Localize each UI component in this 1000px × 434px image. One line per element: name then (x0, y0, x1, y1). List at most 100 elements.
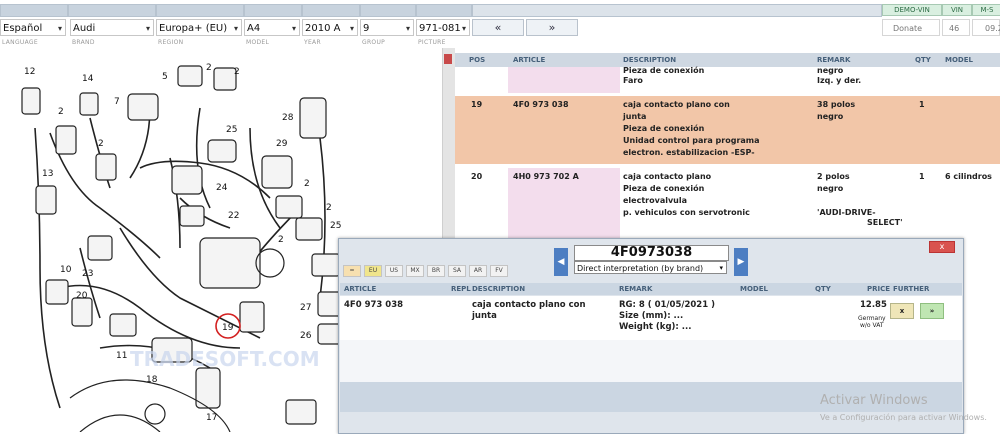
header-description: DESCRIPTION (623, 56, 677, 64)
top-tab-3[interactable] (156, 4, 244, 17)
price-note-line: Germany (858, 315, 886, 322)
article-cell[interactable]: 4F0 973 038 (513, 99, 569, 111)
header-article: ARTICLE (513, 56, 546, 64)
selector-labels: LANGUAGE BRAND REGION MODEL YEAR GROUP P… (0, 38, 1000, 48)
pos-cell: 20 (471, 172, 483, 181)
top-tab-6[interactable] (360, 4, 416, 17)
model-cell: 6 cilindros (945, 172, 992, 181)
diagram-scroll-handle[interactable] (444, 54, 452, 64)
table-row[interactable]: Pieza de conexión Faro negro Izq. y der. (455, 66, 1000, 93)
result-description-line: caja contacto plano con (472, 300, 586, 310)
description-line: Unidad control para programa (623, 136, 760, 145)
callout-17: 17 (206, 413, 217, 423)
top-tab-4[interactable] (244, 4, 302, 17)
result-remove-button[interactable]: x (890, 303, 914, 319)
vin-chip[interactable]: VIN (942, 4, 972, 16)
article-cell-bg (508, 67, 620, 93)
chevron-down-icon: ▾ (461, 24, 466, 33)
qty-cell: 1 (919, 100, 925, 109)
flag-fv[interactable]: FV (490, 265, 508, 277)
next-picture-button[interactable]: » (526, 19, 578, 36)
table-header: POS ARTICLE DESCRIPTION REMARK QTY MODEL (455, 53, 1000, 67)
callout-20: 20 (76, 291, 88, 301)
callout-27: 27 (300, 303, 311, 313)
ms-chip[interactable]: M-S (972, 4, 1000, 16)
picture-select[interactable]: 971-081 ▾ (416, 19, 470, 36)
windows-activation-subtitle: Ve a Configuración para activar Windows. (820, 413, 987, 422)
time-value: 09.2 (972, 19, 1000, 36)
flag-br[interactable]: BR (427, 265, 445, 277)
language-select[interactable]: Español ▾ (0, 19, 66, 36)
top-tab-1[interactable] (0, 4, 68, 17)
chevron-down-icon: ▾ (145, 24, 150, 33)
brand-select[interactable]: Audi ▾ (70, 19, 154, 36)
result-go-button[interactable]: » (920, 303, 944, 319)
picture-label: PICTURE (418, 39, 446, 46)
flag-equal[interactable]: = (343, 265, 361, 277)
qty-cell: 1 (919, 172, 925, 181)
callout-14: 14 (82, 74, 94, 84)
result-remark-line: Size (mm): ... (619, 311, 684, 321)
prev-picture-button[interactable]: « (472, 19, 524, 36)
interpretation-select[interactable]: Direct interpretation (by brand) ▾ (574, 261, 727, 274)
header-remark: REMARK (817, 56, 851, 64)
flag-us[interactable]: US (385, 265, 403, 277)
popup-header-model: MODEL (740, 285, 768, 293)
popup-prev-arrow-icon[interactable]: ◀ (554, 248, 568, 276)
flag-sa[interactable]: SA (448, 265, 466, 277)
popup-header-price: PRICE (867, 285, 891, 293)
flag-mx[interactable]: MX (406, 265, 424, 277)
region-select[interactable]: Europa+ (EU) ▾ (156, 19, 242, 36)
model-select[interactable]: A4 ▾ (244, 19, 300, 36)
table-row[interactable]: 20 4H0 973 702 A caja contacto plano Pie… (455, 168, 1000, 238)
callout-5: 5 (162, 72, 168, 82)
demo-vin-chip[interactable]: DEMO-VIN (882, 4, 942, 16)
flag-eu[interactable]: EU (364, 265, 382, 277)
picture-value: 971-081 (419, 23, 461, 34)
flag-ar[interactable]: AR (469, 265, 487, 277)
header-pos: POS (469, 56, 486, 64)
callout-29: 29 (276, 139, 288, 149)
popup-empty-area (340, 340, 962, 382)
article-cell[interactable]: 4H0 973 702 A (513, 171, 579, 183)
popup-header-remark: REMARK (619, 285, 653, 293)
callout-24: 24 (216, 183, 228, 193)
top-tab-2[interactable] (68, 4, 156, 17)
year-select[interactable]: 2010 A ▾ (302, 19, 358, 36)
top-toolbar: DEMO-VIN VIN M-S (0, 0, 1000, 18)
diagram-watermark: TRADESOFT.COM (130, 347, 320, 371)
brand-value: Audi (73, 23, 96, 34)
group-label: GROUP (362, 39, 386, 46)
remark-line: 2 polos (817, 172, 850, 181)
popup-close-button[interactable]: x (929, 241, 955, 253)
result-price: 12.85 (860, 300, 887, 310)
result-article[interactable]: 4F0 973 038 (344, 300, 403, 310)
description-line: Pieza de conexión (623, 184, 705, 193)
article-search-input[interactable]: 4F0973038 (574, 245, 729, 261)
description-line: electrovalvula (623, 196, 688, 205)
top-tab-5[interactable] (302, 4, 360, 17)
result-description-line: junta (472, 311, 497, 321)
popup-result-row[interactable]: 4F0 973 038 caja contacto plano con junt… (340, 296, 962, 340)
callout-28: 28 (282, 113, 294, 123)
callout-2e: 2 (304, 179, 310, 189)
remark-line: 38 polos (817, 100, 856, 109)
brand-label: BRAND (72, 39, 95, 46)
callout-18: 18 (146, 375, 158, 385)
callout-10: 10 (60, 265, 72, 275)
callout-2b: 2 (234, 67, 240, 77)
callout-25b: 25 (330, 221, 341, 231)
donate-button[interactable]: Donate (882, 19, 940, 36)
callout-19: 19 (222, 323, 234, 333)
counter-value: 46 (942, 19, 970, 36)
description-line: Pieza de conexión (623, 124, 705, 133)
selector-row: Español ▾ Audi ▾ Europa+ (EU) ▾ A4 ▾ 2010 A ▾… (0, 18, 1000, 38)
chevron-down-icon: ▾ (57, 24, 62, 33)
popup-header-qty: QTY (815, 285, 831, 293)
description-line: caja contacto plano (623, 172, 712, 181)
group-select[interactable]: 9 ▾ (360, 19, 414, 36)
description-line: caja contacto plano con (623, 100, 730, 109)
popup-next-arrow-icon[interactable]: ▶ (734, 248, 748, 276)
top-tab-7[interactable] (416, 4, 472, 17)
table-row-highlighted[interactable]: 19 4F0 973 038 caja contacto plano con j… (455, 96, 1000, 164)
